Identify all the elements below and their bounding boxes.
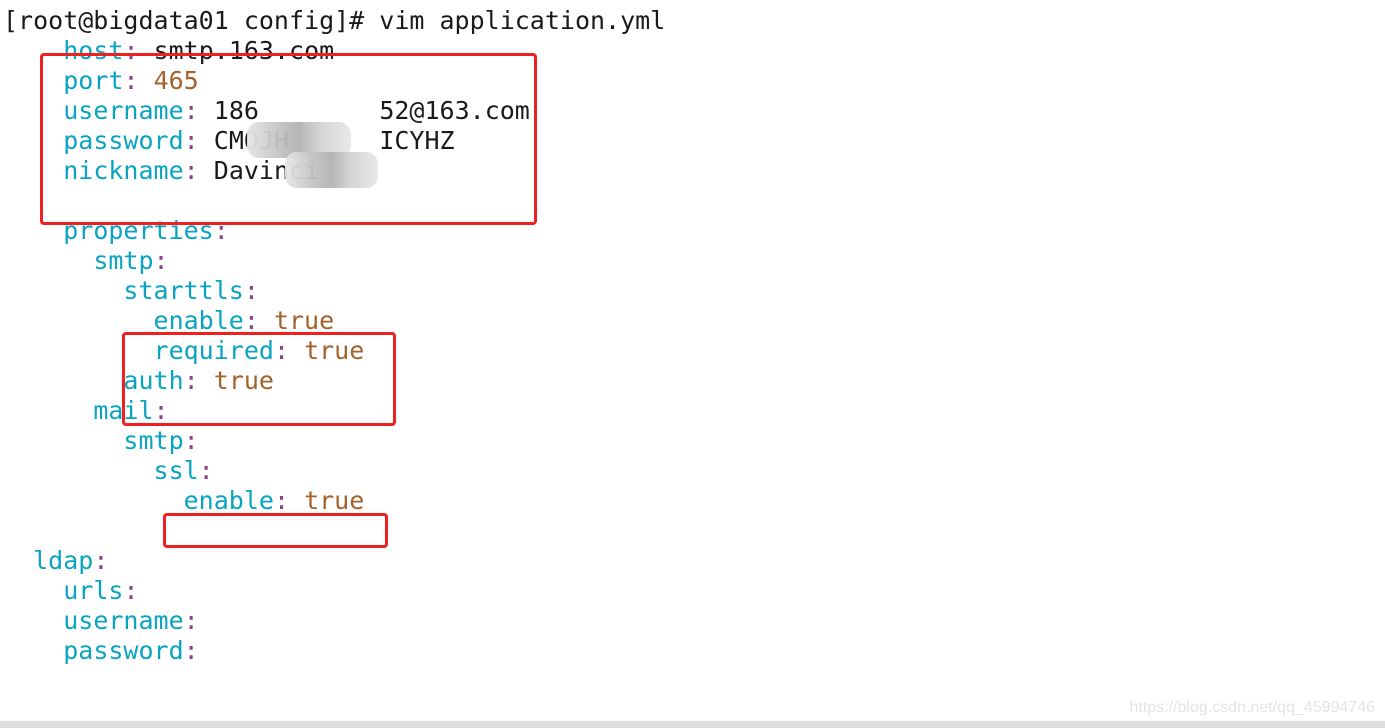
yaml-colon: : — [153, 246, 169, 275]
highlight-box-ssl-enable — [163, 513, 388, 548]
yaml-colon: : — [93, 546, 109, 575]
yaml-colon: : — [243, 306, 259, 335]
yaml-value: true — [273, 306, 335, 335]
yaml-key: ssl — [153, 456, 199, 485]
yaml-colon: : — [183, 426, 199, 455]
yaml-line: starttls: — [3, 276, 665, 306]
yaml-line: smtp: — [3, 426, 665, 456]
yaml-line: smtp: — [3, 246, 665, 276]
yaml-line: ldap: — [3, 546, 665, 576]
yaml-colon: : — [273, 486, 289, 515]
yaml-colon: : — [198, 456, 214, 485]
yaml-colon: : — [123, 576, 139, 605]
yaml-key: password — [63, 636, 184, 665]
highlight-box-mail-account — [40, 53, 537, 225]
yaml-colon: : — [183, 636, 199, 665]
yaml-value: true — [304, 486, 365, 515]
yaml-key: smtp — [93, 246, 154, 275]
yaml-line: enable: true — [3, 486, 665, 516]
yaml-key: starttls — [123, 276, 244, 305]
horizontal-scrollbar[interactable] — [0, 721, 1385, 728]
yaml-key: urls — [63, 576, 124, 605]
yaml-key: enable — [153, 306, 244, 335]
yaml-colon: : — [183, 606, 199, 635]
yaml-key: smtp — [123, 426, 184, 455]
yaml-key: enable — [183, 486, 274, 515]
yaml-colon: : — [243, 276, 259, 305]
yaml-line: username: — [3, 606, 665, 636]
yaml-key: ldap — [33, 546, 94, 575]
shell-prompt: [root@bigdata01 config]# vim application… — [3, 6, 666, 35]
yaml-line: ssl: — [3, 456, 665, 486]
yaml-line: urls: — [3, 576, 665, 606]
yaml-key: username — [63, 606, 184, 635]
watermark: https://blog.csdn.net/qq_45994746 — [1129, 699, 1375, 716]
highlight-box-starttls-auth — [122, 332, 396, 426]
yaml-line: password: — [3, 636, 665, 666]
